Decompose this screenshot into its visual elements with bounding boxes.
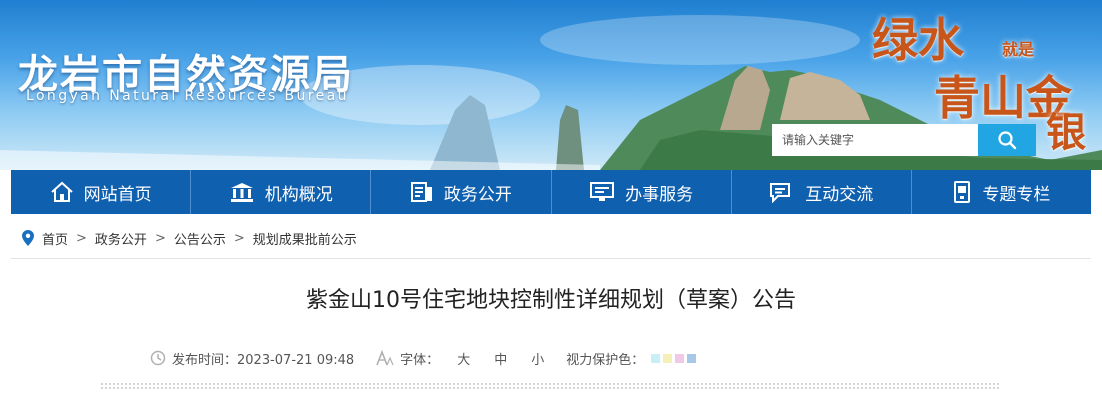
breadcrumb-home-link[interactable]: 首页 — [42, 229, 68, 248]
main-nav: 网站首页 机构概况 政务公开 办事服务 互动交流 专题专栏 — [11, 170, 1091, 214]
slogan-part-4: 银 — [1046, 109, 1086, 156]
font-size-large-button[interactable]: 大 — [457, 349, 470, 368]
article-title: 紫金山10号住宅地块控制性详细规划（草案）公告 — [306, 288, 796, 313]
nav-item-home[interactable]: 网站首页 — [11, 170, 192, 214]
font-size-small-button[interactable]: 小 — [531, 349, 544, 368]
breadcrumb-separator: > — [233, 230, 245, 246]
font-size-label: 字体： — [400, 352, 440, 368]
article-meta-bar: 发布时间：2023-07-21 09:48 字体： 大 中 小 视力保护色： — [150, 348, 718, 368]
breadcrumb-separator: > — [154, 230, 166, 246]
monitor-icon — [590, 182, 615, 201]
publish-time-label: 发布时间： — [172, 352, 238, 368]
search-button[interactable] — [978, 124, 1036, 156]
nav-item-interaction[interactable]: 互动交流 — [732, 170, 912, 214]
nav-item-special-topics[interactable]: 专题专栏 — [912, 170, 1091, 214]
institution-icon — [230, 183, 253, 202]
nav-item-label: 专题专栏 — [982, 184, 1051, 205]
site-logo-subtitle: Longyan Natural Resources Bureau — [26, 88, 349, 104]
breadcrumb-separator: > — [76, 230, 87, 246]
search-input[interactable] — [772, 124, 978, 156]
nav-item-label: 机构概况 — [264, 184, 333, 205]
magnifier-icon — [998, 131, 1017, 150]
publish-time-group: 发布时间：2023-07-21 09:48 — [150, 349, 354, 368]
eye-color-pink-swatch[interactable] — [675, 353, 685, 363]
dotted-divider — [100, 382, 1000, 390]
breadcrumb-planning-link[interactable]: 规划成果批前公示 — [253, 229, 357, 248]
eye-color-blue-swatch[interactable] — [687, 353, 697, 363]
nav-item-label: 网站首页 — [83, 184, 152, 205]
mobile-icon — [954, 181, 971, 203]
font-size-icon — [376, 350, 394, 366]
font-size-medium-button[interactable]: 中 — [494, 349, 507, 368]
slogan-part-1: 绿水 — [872, 13, 964, 67]
eye-protection-group: 视力保护色： — [566, 349, 697, 368]
publish-time-value: 2023-07-21 09:48 — [237, 352, 355, 368]
nav-item-label: 办事服务 — [625, 184, 694, 205]
header-banner: 龙岩市自然资源局 Longyan Natural Resources Burea… — [0, 0, 1102, 170]
nav-item-services[interactable]: 办事服务 — [552, 170, 732, 214]
font-size-group: 字体： 大 中 小 — [376, 349, 544, 368]
clock-icon — [150, 350, 166, 366]
home-icon — [50, 181, 73, 202]
nav-item-institution[interactable]: 机构概况 — [191, 170, 372, 214]
eye-color-cyan-swatch[interactable] — [651, 353, 661, 363]
breadcrumb-divider — [11, 258, 1091, 259]
eye-color-yellow-swatch[interactable] — [663, 353, 673, 363]
nav-item-label: 政务公开 — [443, 184, 512, 205]
eye-protection-label: 视力保护色： — [566, 352, 645, 368]
document-list-icon — [410, 182, 432, 202]
breadcrumb-notices-link[interactable]: 公告公示 — [174, 229, 226, 248]
slogan-part-2: 就是 — [1002, 40, 1035, 59]
nav-item-government-affairs[interactable]: 政务公开 — [371, 170, 552, 214]
location-pin-icon — [22, 230, 34, 246]
nav-item-label: 互动交流 — [805, 184, 874, 205]
breadcrumb-government-affairs-link[interactable]: 政务公开 — [95, 229, 147, 248]
breadcrumb: 首页 > 政务公开 > 公告公示 > 规划成果批前公示 — [22, 228, 357, 248]
chat-icon — [770, 183, 791, 203]
